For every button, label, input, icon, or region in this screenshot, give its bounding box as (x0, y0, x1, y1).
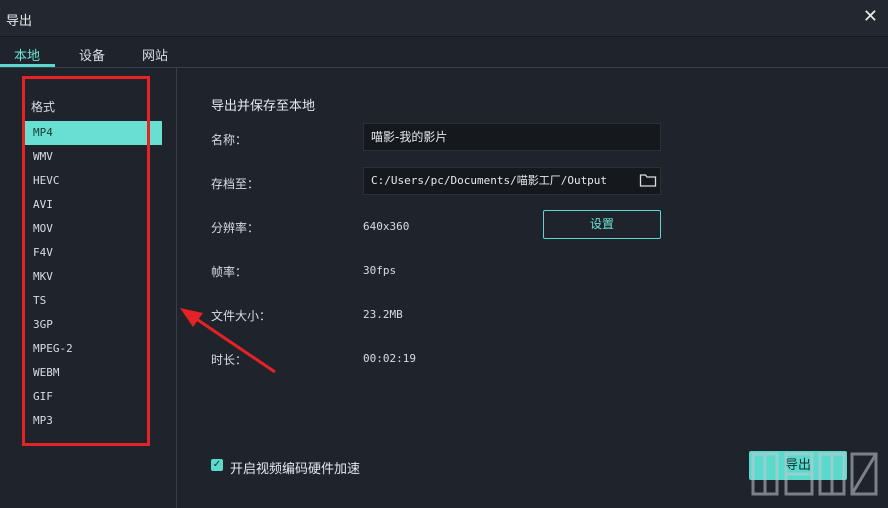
format-item-gif[interactable]: GIF (24, 385, 162, 409)
name-input[interactable]: 喵影-我的影片 (363, 123, 661, 151)
folder-icon[interactable] (639, 172, 657, 188)
framerate-label: 帧率： (211, 265, 248, 279)
resolution-settings-button[interactable]: 设置 (543, 210, 661, 239)
tab-device[interactable]: 设备 (79, 45, 105, 64)
hw-accel-label: 开启视频编码硬件加速 (230, 462, 361, 477)
duration-label: 时长： (211, 353, 248, 367)
tab-local[interactable]: 本地 (14, 45, 40, 64)
format-item-mp4[interactable]: MP4 (24, 121, 162, 145)
format-item-webm[interactable]: WEBM (24, 361, 162, 385)
export-button[interactable]: 导出 (749, 451, 847, 480)
resolution-value: 640x360 (363, 220, 410, 233)
section-title: 导出并保存至本地 (211, 99, 316, 114)
format-item-avi[interactable]: AVI (24, 193, 162, 217)
format-item-mov[interactable]: MOV (24, 217, 162, 241)
window-title: 导出 (6, 14, 33, 29)
resolution-label: 分辨率： (211, 221, 260, 235)
name-label: 名称： (211, 133, 248, 147)
tab-website[interactable]: 网站 (142, 45, 168, 64)
hw-accel-checkbox[interactable]: ✓ (211, 459, 223, 471)
export-settings-panel: 导出并保存至本地 名称： 喵影-我的影片 存档至： C:/Users/pc/Do… (177, 68, 888, 508)
save-path-label: 存档至： (211, 177, 260, 191)
format-item-mkv[interactable]: MKV (24, 265, 162, 289)
active-tab-indicator (0, 64, 55, 67)
format-item-hevc[interactable]: HEVC (24, 169, 162, 193)
filesize-label: 文件大小： (211, 309, 272, 323)
format-item-mpeg2[interactable]: MPEG-2 (24, 337, 162, 361)
save-path-input[interactable]: C:/Users/pc/Documents/喵影工厂/Output (363, 167, 661, 195)
tab-bar: 本地 设备 网站 (0, 37, 888, 68)
format-item-3gp[interactable]: 3GP (24, 313, 162, 337)
format-heading: 格式 (31, 100, 56, 114)
close-icon[interactable]: ✕ (863, 7, 878, 27)
title-bar: 导出 ✕ (0, 0, 888, 37)
format-sidebar: 格式 MP4 WMV HEVC AVI MOV F4V MKV TS 3GP M… (0, 68, 177, 508)
framerate-value: 30fps (363, 264, 397, 277)
format-item-f4v[interactable]: F4V (24, 241, 162, 265)
duration-value: 00:02:19 (363, 352, 416, 365)
format-item-ts[interactable]: TS (24, 289, 162, 313)
filesize-value: 23.2MB (363, 308, 403, 321)
format-item-mp3[interactable]: MP3 (24, 409, 162, 433)
format-item-wmv[interactable]: WMV (24, 145, 162, 169)
format-list: MP4 WMV HEVC AVI MOV F4V MKV TS 3GP MPEG… (24, 121, 162, 433)
